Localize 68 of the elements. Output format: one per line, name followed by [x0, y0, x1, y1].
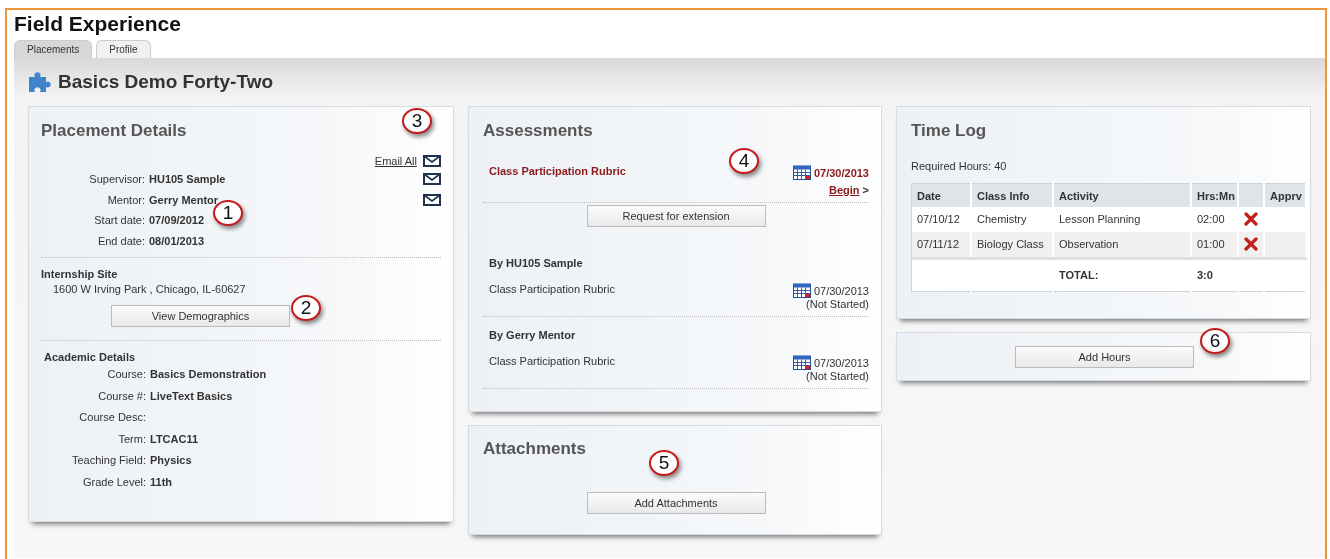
field-label: Course:	[106, 368, 147, 381]
calendar-icon	[792, 355, 811, 370]
field-value: 11th	[150, 475, 173, 488]
due-date: 07/30/2013	[813, 356, 869, 369]
assessment-name: Class Participation Rubric	[489, 283, 615, 297]
page-heading: Basics Demo Forty-Two	[58, 71, 274, 93]
field-label: Term:	[117, 432, 147, 445]
field-label: Mentor:	[106, 193, 146, 206]
add-hours-button[interactable]: Add Hours	[1015, 345, 1194, 368]
column-header: Apprv	[1264, 183, 1306, 207]
due-date: 07/30/2013	[813, 166, 869, 179]
assessment-name: Class Participation Rubric	[489, 355, 615, 369]
tab[interactable]: Profile	[96, 40, 151, 58]
field-label: Course Desc:	[78, 411, 147, 424]
field-label: Supervisor:	[88, 173, 146, 186]
field-value: Basics Demonstration	[150, 368, 268, 381]
field-label: Start date:	[93, 214, 146, 227]
arrow-glyph: >	[862, 184, 869, 196]
table-cell: 07/11/12	[911, 232, 971, 259]
calendar-icon	[792, 283, 811, 298]
total-hours: 3:0	[1191, 258, 1238, 292]
section-heading: Academic Details	[44, 351, 137, 363]
field-value: LTCAC11	[150, 432, 200, 445]
email-all-link[interactable]: Email All	[374, 155, 417, 167]
panel-title: Time Log	[911, 121, 988, 141]
field-value: 07/09/2012	[149, 214, 206, 227]
panel-title: Placement Details	[41, 121, 188, 141]
group-heading: By Gerry Mentor	[489, 329, 577, 341]
table-cell: 01:00	[1191, 232, 1238, 259]
field-label: Course #:	[97, 389, 147, 402]
field-label: Teaching Field:	[71, 454, 147, 467]
total-label: TOTAL:	[1053, 258, 1191, 292]
due-date: 07/30/2013	[813, 284, 869, 297]
column-header: Activity	[1053, 183, 1191, 207]
puzzle-icon	[28, 72, 52, 92]
column-header: Hrs:Mn	[1191, 183, 1238, 207]
table-cell: Observation	[1053, 232, 1191, 259]
request-extension-button[interactable]: Request for extension	[586, 205, 766, 227]
field-value: Physics	[150, 454, 193, 467]
field-value: LiveText Basics	[150, 389, 234, 402]
app-title: Field Experience	[14, 12, 182, 36]
assessment-title: Class Participation Rubric	[489, 165, 626, 179]
delete-icon[interactable]	[1244, 212, 1258, 226]
address: 1600 W Irving Park , Chicago, IL-60627	[53, 283, 247, 295]
delete-icon[interactable]	[1244, 237, 1258, 251]
field-value: 08/01/2013	[149, 234, 206, 247]
begin-link[interactable]: Begin	[829, 184, 860, 196]
column-header: Class Info	[971, 183, 1053, 207]
field-value: HU105 Sample	[149, 173, 227, 186]
add-attachments-button[interactable]: Add Attachments	[586, 492, 766, 514]
assessment-status: (Not Started)	[806, 298, 869, 310]
envelope-icon[interactable]	[423, 155, 441, 167]
field-label: End date:	[96, 234, 146, 247]
field-label: Grade Level:	[82, 475, 147, 488]
group-heading: By HU105 Sample	[489, 257, 584, 269]
tab[interactable]: Placements	[14, 40, 93, 58]
panel-title: Assessments	[483, 121, 594, 141]
column-header: Date	[911, 183, 971, 207]
panel-title: Attachments	[483, 439, 587, 459]
calendar-icon	[792, 165, 811, 180]
callout-marker: 6	[1200, 328, 1230, 354]
required-hours: Required Hours: 40	[911, 160, 1008, 172]
section-heading: Internship Site	[41, 268, 119, 280]
assessment-status: (Not Started)	[806, 370, 869, 382]
envelope-icon[interactable]	[423, 193, 441, 206]
view-demographics-button[interactable]: View Demographics	[111, 305, 290, 327]
envelope-icon[interactable]	[423, 173, 441, 186]
table-cell: Biology Class	[971, 232, 1053, 259]
